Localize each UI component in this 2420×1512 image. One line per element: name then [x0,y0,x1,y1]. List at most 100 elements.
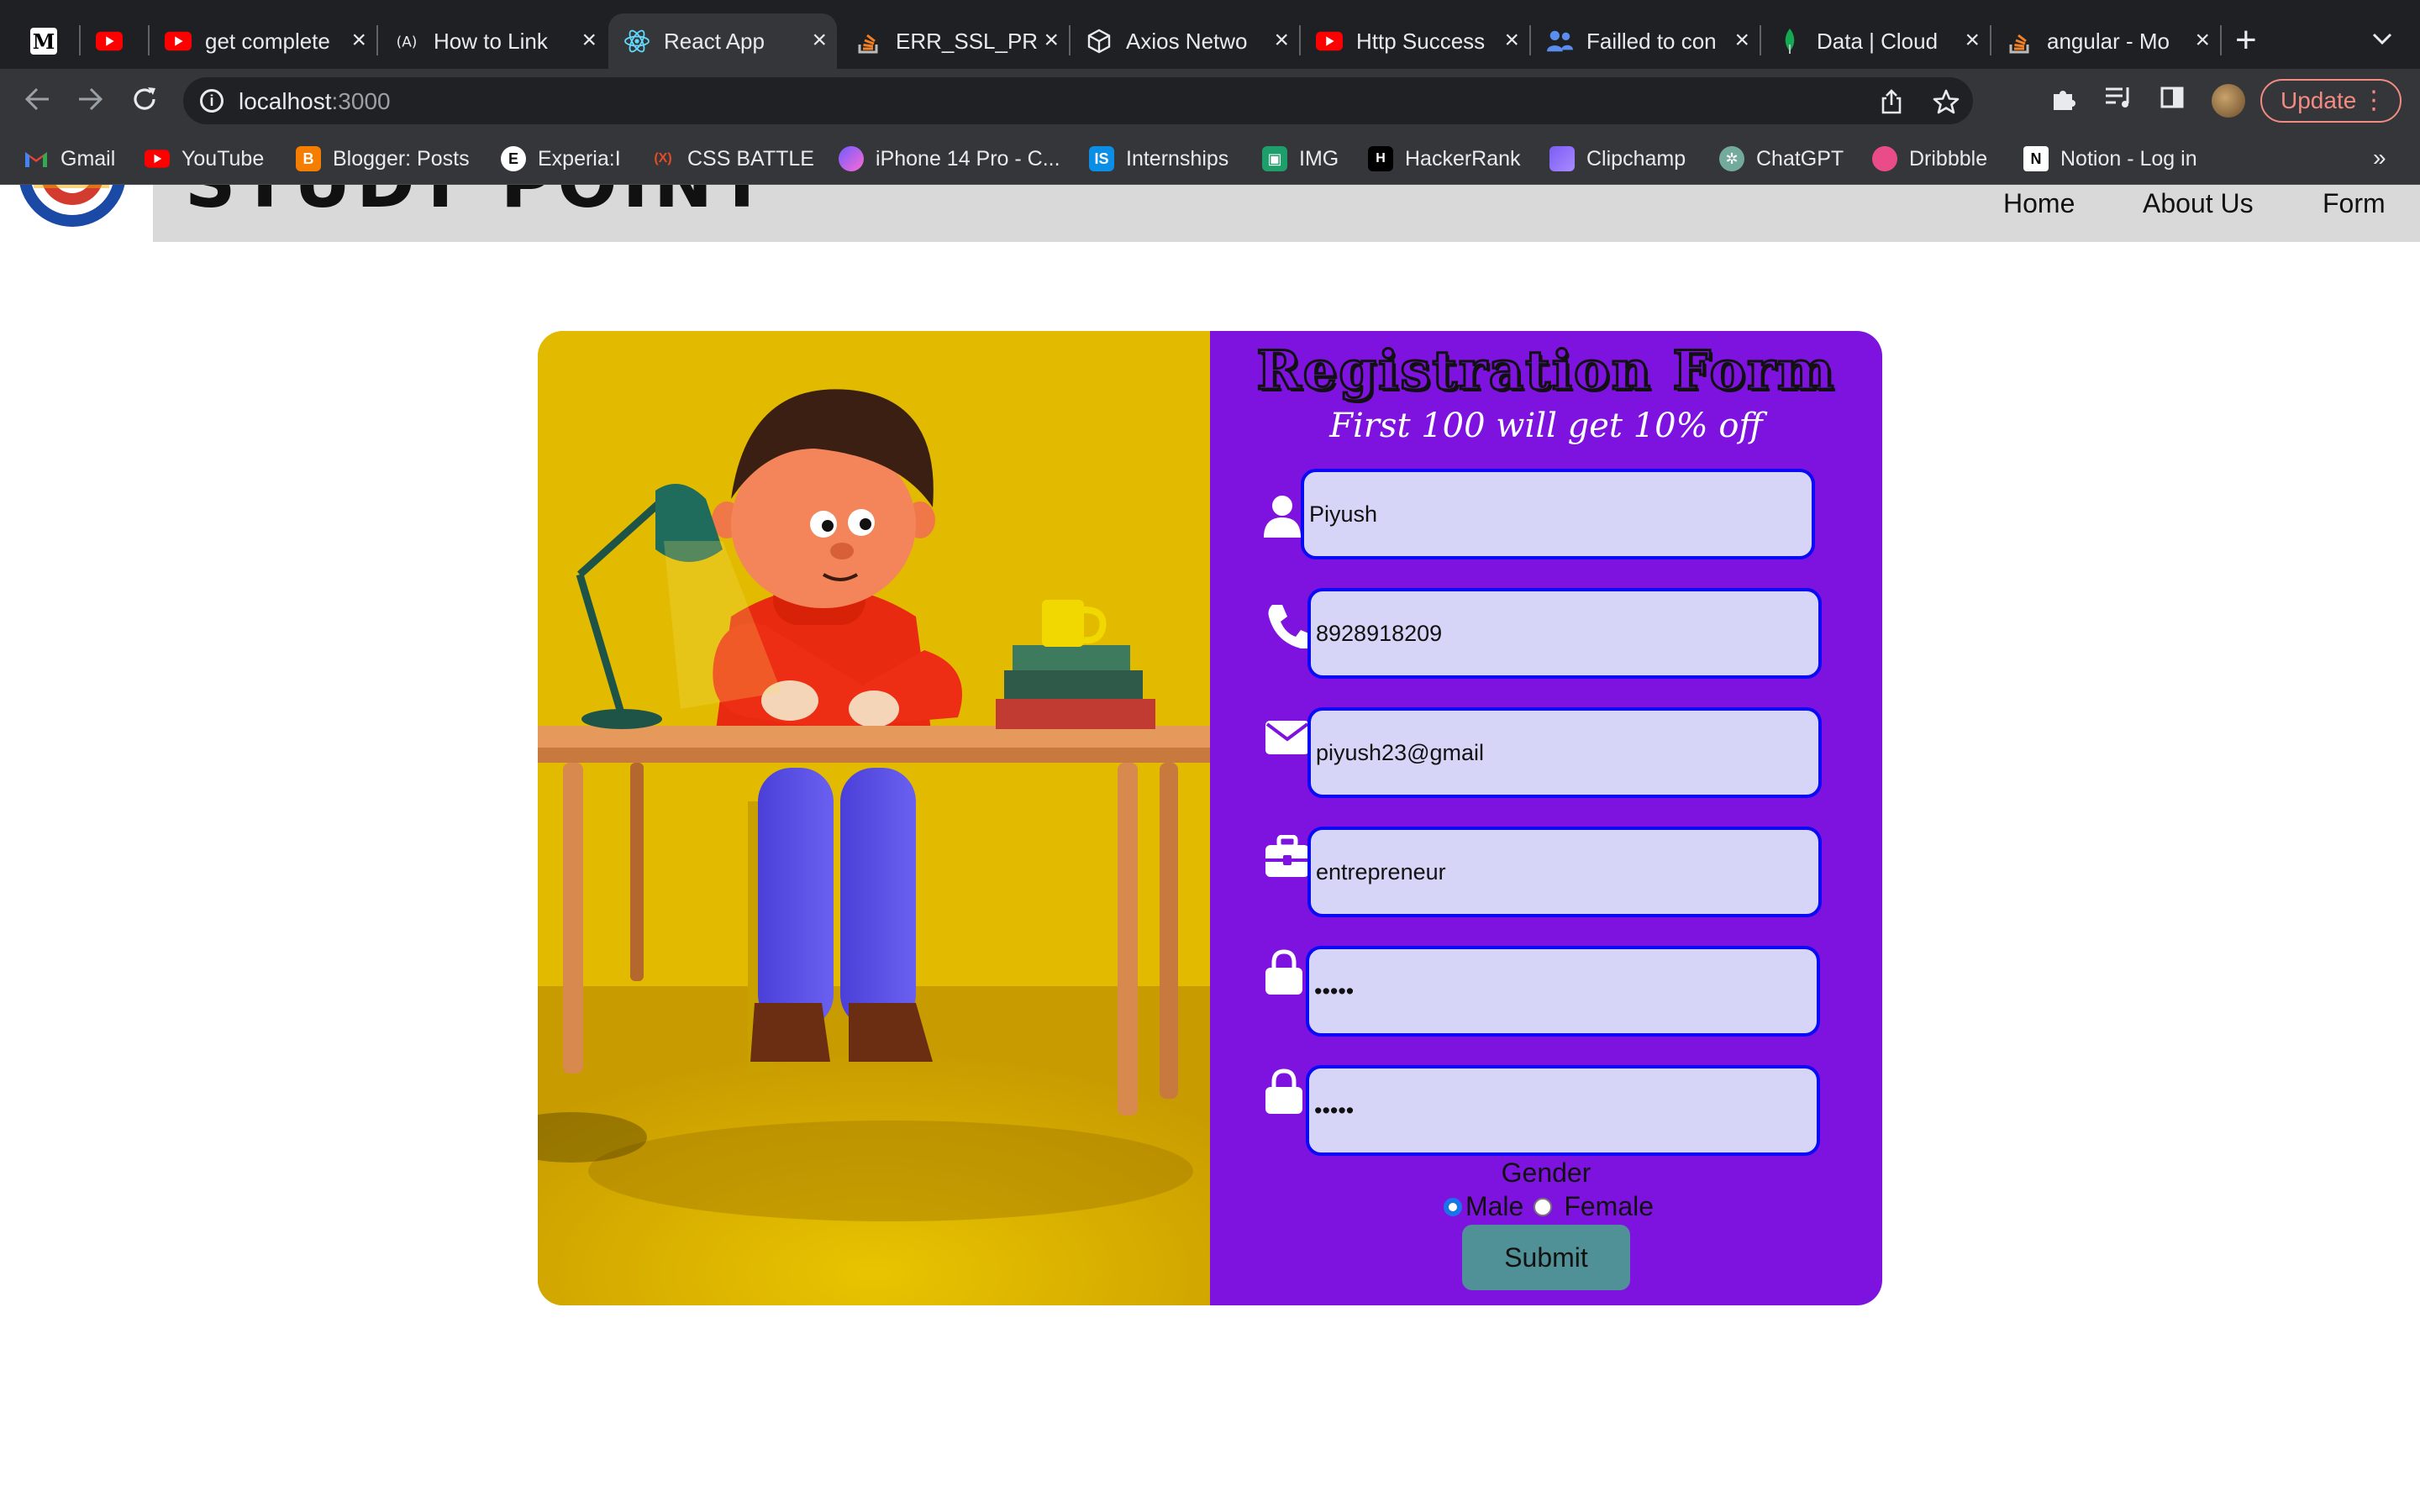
gender-female-label[interactable]: Female [1564,1191,1654,1222]
nav-link-form[interactable]: Form [2323,188,2386,219]
tab-get-complete[interactable]: get complete × [150,13,376,69]
email-input[interactable]: piyush23@gmail [1307,707,1822,798]
clipchamp-icon [1549,146,1575,171]
tab-title: angular - Mo [2047,28,2170,54]
notion-icon: N [2023,146,2049,171]
codesandbox-icon [1086,28,1113,55]
address-bar[interactable]: i localhost:3000 [183,77,1973,124]
site-logo-image[interactable] [0,185,153,242]
profession-input[interactable]: entrepreneur [1307,827,1822,917]
more-vert-icon[interactable]: ⋮ [2361,86,2386,115]
close-tab-icon[interactable]: × [812,27,827,54]
password-input[interactable]: ••••• [1306,946,1820,1037]
phone-icon [1264,601,1313,649]
stackoverflow-icon [2007,28,2033,55]
update-button[interactable]: Update ⋮ [2260,79,2402,123]
share-icon[interactable] [1881,89,1902,120]
gender-female-radio[interactable] [1534,1197,1553,1216]
url-port: :3000 [331,88,391,114]
bookmark-dribbble[interactable]: Dribbble [1872,144,1987,173]
close-tab-icon[interactable]: × [581,27,597,54]
briefcase-icon [1264,834,1311,882]
new-tab-icon[interactable]: + [2235,22,2257,59]
bookmark-notion[interactable]: N Notion - Log in [2023,144,2197,173]
gmail-icon [24,146,49,171]
bookmark-blogger[interactable]: B Blogger: Posts [296,144,470,173]
forward-arrow-icon[interactable] [74,84,108,118]
chevron-down-icon[interactable] [2371,25,2393,52]
tab-react-app[interactable]: React App × [608,13,837,69]
name-input[interactable]: Piyush [1301,469,1815,559]
close-tab-icon[interactable]: × [1274,27,1289,54]
gender-male-label[interactable]: Male [1465,1191,1523,1222]
close-tab-icon[interactable]: × [351,27,366,54]
teams-icon [1546,28,1573,55]
tab-title: get complete [205,28,330,54]
close-tab-icon[interactable]: × [1965,27,1980,54]
bookmark-label: Dribbble [1909,146,1988,171]
bookmark-label: YouTube [182,146,265,171]
confirm-password-input[interactable]: ••••• [1306,1065,1820,1156]
bookmark-chatgpt[interactable]: ✲ ChatGPT [1719,144,1844,173]
mongodb-icon [1776,28,1803,55]
submit-button[interactable]: Submit [1462,1225,1630,1290]
profile-avatar[interactable] [2212,84,2245,118]
dribbble-icon [1872,146,1897,171]
bookmark-hackerrank[interactable]: H HackerRank [1368,144,1521,173]
close-tab-icon[interactable]: × [2195,27,2210,54]
bookmark-img[interactable]: ▣ IMG [1262,144,1339,173]
bookmark-internships[interactable]: IS Internships [1089,144,1228,173]
bookmark-label: iPhone 14 Pro - C... [876,146,1060,171]
bookmark-label: Internships [1126,146,1229,171]
site-brand[interactable]: STUDY POINT [185,185,771,223]
bookmark-css-battle[interactable]: (X) CSS BATTLE [650,144,814,173]
tab-title: Http Success [1356,28,1486,54]
page-viewport: STUDY POINT Home About Us Form [0,185,2420,1512]
close-tab-icon[interactable]: × [1504,27,1519,54]
experia-icon: E [501,146,526,171]
close-tab-icon[interactable]: × [1734,27,1749,54]
reload-icon[interactable] [128,84,161,118]
browser-tab-strip: M get complete × (A) How to Link × React… [0,0,2420,69]
gender-label: Gender [1501,1158,1591,1188]
nav-link-about[interactable]: About Us [2143,188,2254,219]
tab-angular-mo[interactable]: angular - Mo × [1991,13,2220,69]
image-icon: ▣ [1262,146,1287,171]
bookmark-label: IMG [1299,146,1339,171]
tab-failed-to-connect[interactable]: Failled to con × [1531,13,1760,69]
bookmark-youtube[interactable]: YouTube [145,144,264,173]
tab-how-to-link[interactable]: (A) How to Link × [378,13,607,69]
bookmark-label: Notion - Log in [2060,146,2197,171]
tab-http-success[interactable]: Http Success × [1301,13,1529,69]
bookmark-star-icon[interactable] [1933,89,1960,120]
bookmark-iphone[interactable]: iPhone 14 Pro - C... [839,144,1060,173]
tab-medium[interactable]: M [15,13,79,69]
youtube-icon [165,28,192,55]
url-text: localhost:3000 [239,88,391,115]
phone-input[interactable]: 8928918209 [1307,588,1822,679]
registration-form: Registration Form First 100 will get 10%… [1210,331,1882,1305]
more-bookmarks-icon[interactable]: » [2373,144,2386,171]
bookmark-experia[interactable]: E Experia:I [501,144,621,173]
extensions-puzzle-icon[interactable] [2050,84,2079,120]
youtube-icon [145,146,170,171]
tab-title: React App [664,28,765,54]
media-queue-icon[interactable] [2104,84,2133,118]
site-navbar: STUDY POINT Home About Us Form [0,185,2420,242]
close-tab-icon[interactable]: × [1044,27,1059,54]
tab-youtube[interactable] [81,13,146,69]
user-icon [1259,492,1306,539]
bookmark-clipchamp[interactable]: Clipchamp [1549,144,1686,173]
bookmark-gmail[interactable]: Gmail [24,144,115,173]
tab-axios-network[interactable]: Axios Netwo × [1071,13,1299,69]
nav-link-home[interactable]: Home [2003,188,2075,219]
internshala-icon: IS [1089,146,1114,171]
tab-err-ssl[interactable]: ERR_SSL_PR × [840,13,1069,69]
site-info-icon[interactable]: i [200,89,224,113]
back-arrow-icon[interactable] [20,84,54,118]
side-panel-icon[interactable] [2160,84,2185,118]
tab-title: ERR_SSL_PR [896,28,1037,54]
gender-male-radio[interactable] [1443,1197,1462,1216]
bookmarks-bar: Gmail YouTube B Blogger: Posts E Experia… [0,133,2420,185]
tab-data-cloud[interactable]: Data | Cloud × [1761,13,1990,69]
